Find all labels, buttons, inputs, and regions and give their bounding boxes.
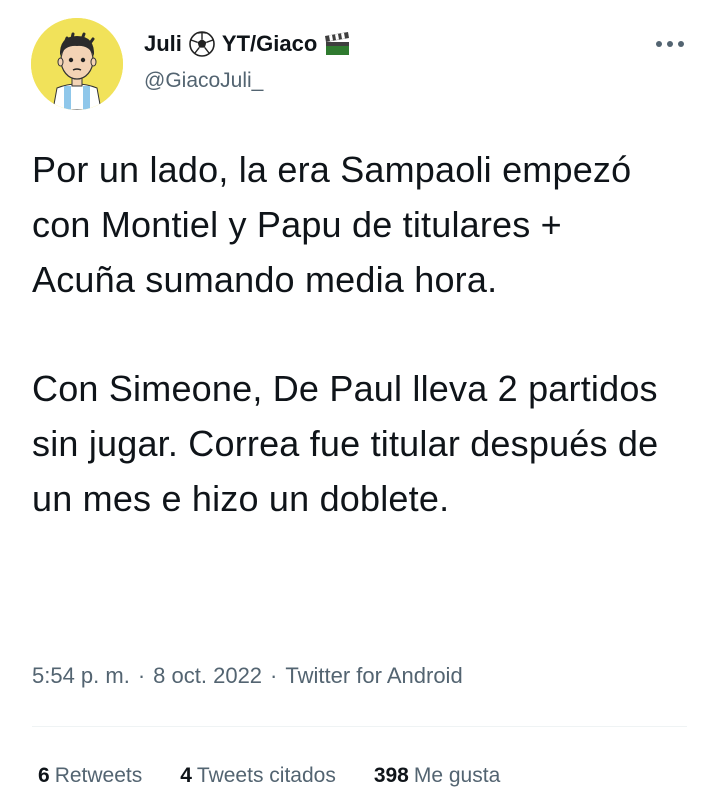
likes-label: Me gusta	[413, 764, 501, 787]
display-name-part2: YT/Giaco	[221, 31, 318, 56]
more-dots-icon	[656, 41, 684, 47]
retweets-count: 6	[38, 764, 50, 787]
author-names: Juli YT/Giaco @GiacoJuli_	[144, 30, 351, 94]
divider	[32, 726, 687, 727]
tweet-date[interactable]: 8 oct. 2022	[153, 663, 262, 688]
quote-tweets-count: 4	[180, 764, 192, 787]
quote-tweets-stat[interactable]: 4 Tweets citados	[180, 762, 336, 790]
tweet-source[interactable]: Twitter for Android	[285, 663, 462, 688]
avatar[interactable]	[31, 18, 123, 110]
tweet-paragraph-1: Por un lado, la era Sampaoli empezó con …	[32, 149, 632, 300]
retweets-stat[interactable]: 6 Retweets	[38, 762, 142, 790]
meta-separator-2: ·	[270, 663, 278, 688]
retweets-label: Retweets	[54, 764, 143, 787]
display-name[interactable]: Juli YT/Giaco	[144, 30, 351, 58]
tweet-metadata: 5:54 p. m. · 8 oct. 2022 · Twitter for Andro…	[32, 661, 463, 691]
soccer-ball-icon	[188, 30, 216, 58]
author-handle[interactable]: @GiacoJuli_	[144, 68, 351, 94]
likes-count: 398	[373, 764, 409, 787]
tweet-paragraph-2: Con Simeone, De Paul lleva 2 partidos si…	[32, 368, 659, 519]
avatar-cartoon-icon	[31, 18, 123, 110]
tweet-time[interactable]: 5:54 p. m.	[32, 663, 130, 688]
likes-stat[interactable]: 398 Me gusta	[374, 762, 500, 790]
clapper-board-icon	[323, 30, 351, 58]
tweet-text: Por un lado, la era Sampaoli empezó con …	[32, 142, 692, 526]
tweet-detail: Juli YT/Giaco @GiacoJuli_ Por un lado, l…	[0, 0, 719, 812]
display-name-part1: Juli	[144, 31, 182, 56]
quote-tweets-label: Tweets citados	[196, 764, 336, 787]
more-options-button[interactable]	[653, 32, 687, 56]
tweet-stats: 6 Retweets 4 Tweets citados 398 Me gusta	[38, 762, 500, 790]
meta-separator: ·	[137, 663, 146, 688]
